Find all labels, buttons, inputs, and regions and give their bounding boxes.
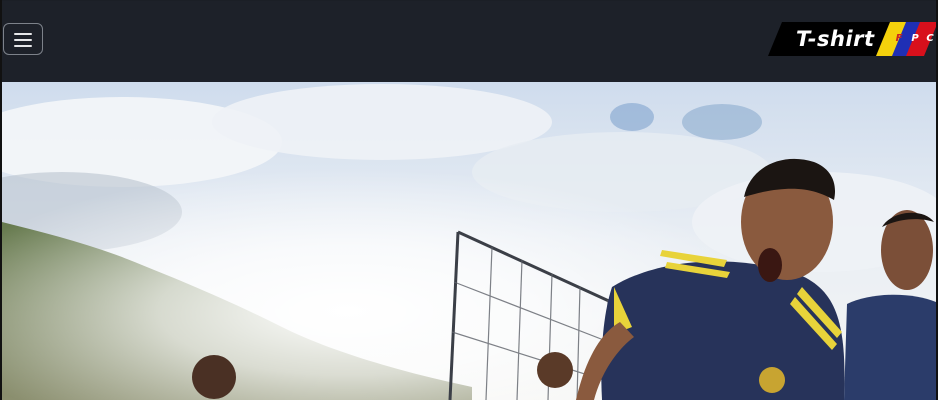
brand-name[interactable]: T-shirt bbox=[796, 22, 875, 56]
menu-toggle-button[interactable] bbox=[3, 23, 43, 55]
brand-tag-letter: P bbox=[911, 33, 919, 44]
hero-photo bbox=[2, 82, 936, 400]
hamburger-icon bbox=[14, 33, 32, 47]
brand-tag-letter: F bbox=[895, 33, 903, 44]
brand-tag-letter: C bbox=[926, 33, 934, 44]
hero-banner bbox=[2, 82, 936, 400]
page: T-shirt F P C bbox=[0, 0, 938, 400]
left-edge bbox=[0, 0, 2, 400]
